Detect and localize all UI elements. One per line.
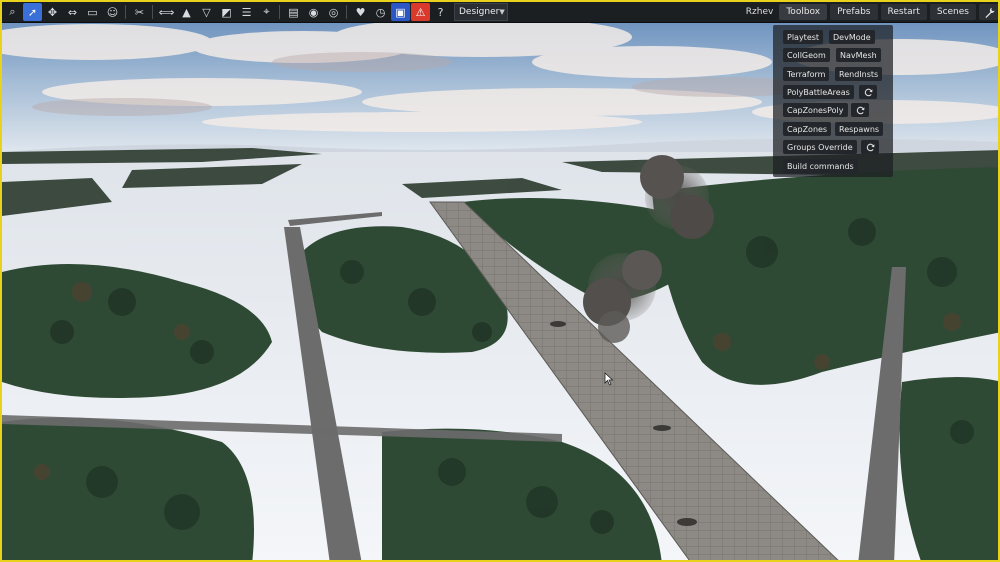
playtest-button[interactable]: Playtest xyxy=(783,30,824,44)
heart-icon[interactable]: ♥ xyxy=(351,3,370,21)
target-icon[interactable]: ⌖ xyxy=(257,3,276,21)
face-icon[interactable]: ☺ xyxy=(103,3,122,21)
chevron-down-icon: ▼ xyxy=(499,8,505,16)
toolbar-right: Rzhev Toolbox Prefabs Restart Scenes xyxy=(745,2,998,22)
polybattleareas-button[interactable]: PolyBattleAreas xyxy=(783,85,854,99)
refresh-icon[interactable] xyxy=(861,140,879,154)
warning-icon[interactable]: ⚠ xyxy=(411,3,430,21)
move-icon[interactable]: ✥ xyxy=(43,3,62,21)
respawns-button[interactable]: Respawns xyxy=(835,122,884,136)
toolbar-separator xyxy=(125,5,126,19)
devmode-button[interactable]: DevMode xyxy=(829,30,875,44)
navmesh-button[interactable]: NavMesh xyxy=(836,48,881,62)
select-icon[interactable]: ➚ xyxy=(23,3,42,21)
arrow-up-icon[interactable]: ▲ xyxy=(177,3,196,21)
toolbar-separator xyxy=(152,5,153,19)
capzones-button[interactable]: CapZones xyxy=(783,122,832,136)
document-icon[interactable]: ▤ xyxy=(284,3,303,21)
object-icon[interactable]: ▭ xyxy=(83,3,102,21)
refresh-icon[interactable] xyxy=(859,85,877,99)
rendinsts-button[interactable]: RendInsts xyxy=(835,67,883,81)
capzonespoly-button[interactable]: CapZonesPoly xyxy=(783,103,848,117)
debug-panel: Playtest DevMode CollGeom NavMesh Terraf… xyxy=(773,25,893,177)
editor-window: ⌕ ➚ ✥ ⇔ ▭ ☺ ✂ ⟺ ▲ ▽ ◩ ☰ ⌖ ▤ ◉ ◎ ♥ ◷ ▣ ⚠? Designer ▼ Rzhev T… xyxy=(0,0,1000,562)
eye-outline-icon[interactable]: ◎ xyxy=(324,3,343,21)
build-commands-button[interactable]: Build commands xyxy=(783,159,858,173)
refresh-icon[interactable] xyxy=(851,103,869,117)
toolbar-separator xyxy=(346,5,347,19)
lock-icon[interactable]: ▣ xyxy=(391,3,410,21)
top-toolbar: ⌕ ➚ ✥ ⇔ ▭ ☺ ✂ ⟺ ▲ ▽ ◩ ☰ ⌖ ▤ ◉ ◎ ♥ ◷ ▣ ⚠? Designer ▼ Rzhev T… xyxy=(2,2,998,23)
terraform-button[interactable]: Terraform xyxy=(783,67,830,81)
help-icon[interactable]: ? xyxy=(431,3,450,21)
flip-icon[interactable]: ⟺ xyxy=(157,3,176,21)
restart-button[interactable]: Restart xyxy=(880,4,927,20)
map-name: Rzhev xyxy=(745,7,774,17)
prefabs-button[interactable]: Prefabs xyxy=(830,4,878,20)
terrain-icon[interactable]: ◩ xyxy=(217,3,236,21)
groups-override-button[interactable]: Groups Override xyxy=(783,140,857,154)
timer-icon[interactable]: ◷ xyxy=(371,3,390,21)
search-icon[interactable]: ⌕ xyxy=(3,3,22,21)
toolbar-separator xyxy=(279,5,280,19)
toolbox-button[interactable]: Toolbox xyxy=(779,4,828,20)
scale-icon[interactable]: ⇔ xyxy=(63,3,82,21)
triangle-down-icon[interactable]: ▽ xyxy=(197,3,216,21)
scissors-icon[interactable]: ✂ xyxy=(130,3,149,21)
collgeom-button[interactable]: CollGeom xyxy=(783,48,830,62)
mouse-cursor-icon xyxy=(604,372,614,386)
wrench-icon[interactable] xyxy=(979,4,998,20)
mode-select-value: Designer xyxy=(459,7,500,17)
sliders-icon[interactable]: ☰ xyxy=(237,3,256,21)
mode-select[interactable]: Designer ▼ xyxy=(454,3,508,21)
scenes-button[interactable]: Scenes xyxy=(929,4,976,20)
eye-icon[interactable]: ◉ xyxy=(304,3,323,21)
